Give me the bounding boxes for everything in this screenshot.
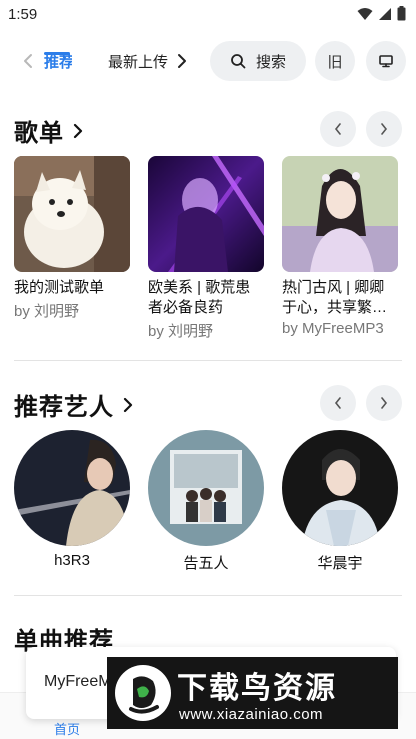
watermark-url: www.xiazainiao.com — [179, 706, 324, 723]
artists-prev-button[interactable] — [320, 385, 356, 421]
artist-photo — [14, 430, 130, 546]
chevron-right-icon — [381, 397, 388, 409]
search-label: 搜索 — [255, 53, 286, 71]
playlist-title: 欧美系 | 歌荒患者必备良药 — [148, 279, 251, 316]
section-divider — [14, 595, 402, 596]
artist-name: 华晨宇 — [317, 555, 363, 572]
artist-name: h3R3 — [54, 552, 90, 569]
playlists-header[interactable]: 歌单 — [14, 113, 84, 148]
playlist-card[interactable]: 热门古风 | 卿卿于心，共享繁… by MyFreeMP3 — [282, 156, 398, 337]
watermark-logo — [115, 665, 171, 721]
old-version-label: 旧 — [327, 53, 343, 71]
playlists-title: 歌单 — [14, 120, 64, 147]
playlist-author: by 刘明野 — [148, 323, 214, 340]
playlist-cover-image — [14, 156, 130, 272]
artist-card[interactable]: 华晨宇 — [282, 430, 398, 573]
artist-name: 告五人 — [183, 555, 229, 572]
monitor-button[interactable] — [366, 41, 406, 81]
playlists-prev-button[interactable] — [320, 111, 356, 147]
playlists-next-button[interactable] — [366, 111, 402, 147]
chevron-left-icon[interactable] — [20, 51, 36, 71]
playlist-cover-image — [282, 156, 398, 272]
playlist-title: 热门古风 | 卿卿于心，共享繁… — [282, 279, 388, 316]
artist-card[interactable]: h3R3 — [14, 430, 130, 569]
watermark-title: 下载鸟资源 — [177, 672, 337, 705]
bottom-nav-home[interactable]: 首页 — [54, 719, 80, 738]
playlist-author: by 刘明野 — [14, 303, 80, 320]
chevron-right-icon — [73, 123, 83, 138]
playlist-author: by MyFreeMP3 — [282, 320, 384, 337]
active-tab-indicator — [44, 52, 70, 55]
artist-card[interactable]: 告五人 — [148, 430, 264, 573]
section-divider — [14, 360, 402, 361]
search-button[interactable]: 搜索 — [210, 41, 306, 81]
status-icons — [357, 6, 406, 21]
chevron-left-icon — [334, 123, 341, 135]
artist-photo — [148, 430, 264, 546]
wifi-icon — [357, 7, 373, 20]
artists-header[interactable]: 推荐艺人 — [14, 387, 134, 422]
mini-player-title: MyFreeMP3 — [44, 673, 114, 690]
old-version-button[interactable]: 旧 — [315, 41, 355, 81]
playlist-cover-image — [148, 156, 264, 272]
battery-icon — [397, 6, 406, 21]
status-bar: 1:59 — [0, 0, 416, 30]
artists-title: 推荐艺人 — [14, 394, 114, 421]
artist-photo — [282, 430, 398, 546]
status-time: 1:59 — [8, 6, 38, 23]
chevron-right-icon — [123, 397, 133, 412]
playlist-card[interactable]: 欧美系 | 歌荒患者必备良药 by 刘明野 — [148, 156, 264, 341]
tab-latest-upload[interactable]: 最新上传 — [108, 51, 168, 72]
watermark-banner: 下载鸟资源 www.xiazainiao.com — [107, 657, 398, 729]
chevron-right-icon — [381, 123, 388, 135]
chevron-left-icon — [334, 397, 341, 409]
artists-next-button[interactable] — [366, 385, 402, 421]
playlist-card[interactable]: 我的测试歌单 by 刘明野 — [14, 156, 130, 321]
chevron-right-icon[interactable] — [175, 51, 189, 71]
signal-icon — [379, 7, 391, 20]
monitor-icon — [379, 55, 393, 68]
playlist-title: 我的测试歌单 — [14, 279, 105, 296]
search-icon — [231, 54, 246, 69]
